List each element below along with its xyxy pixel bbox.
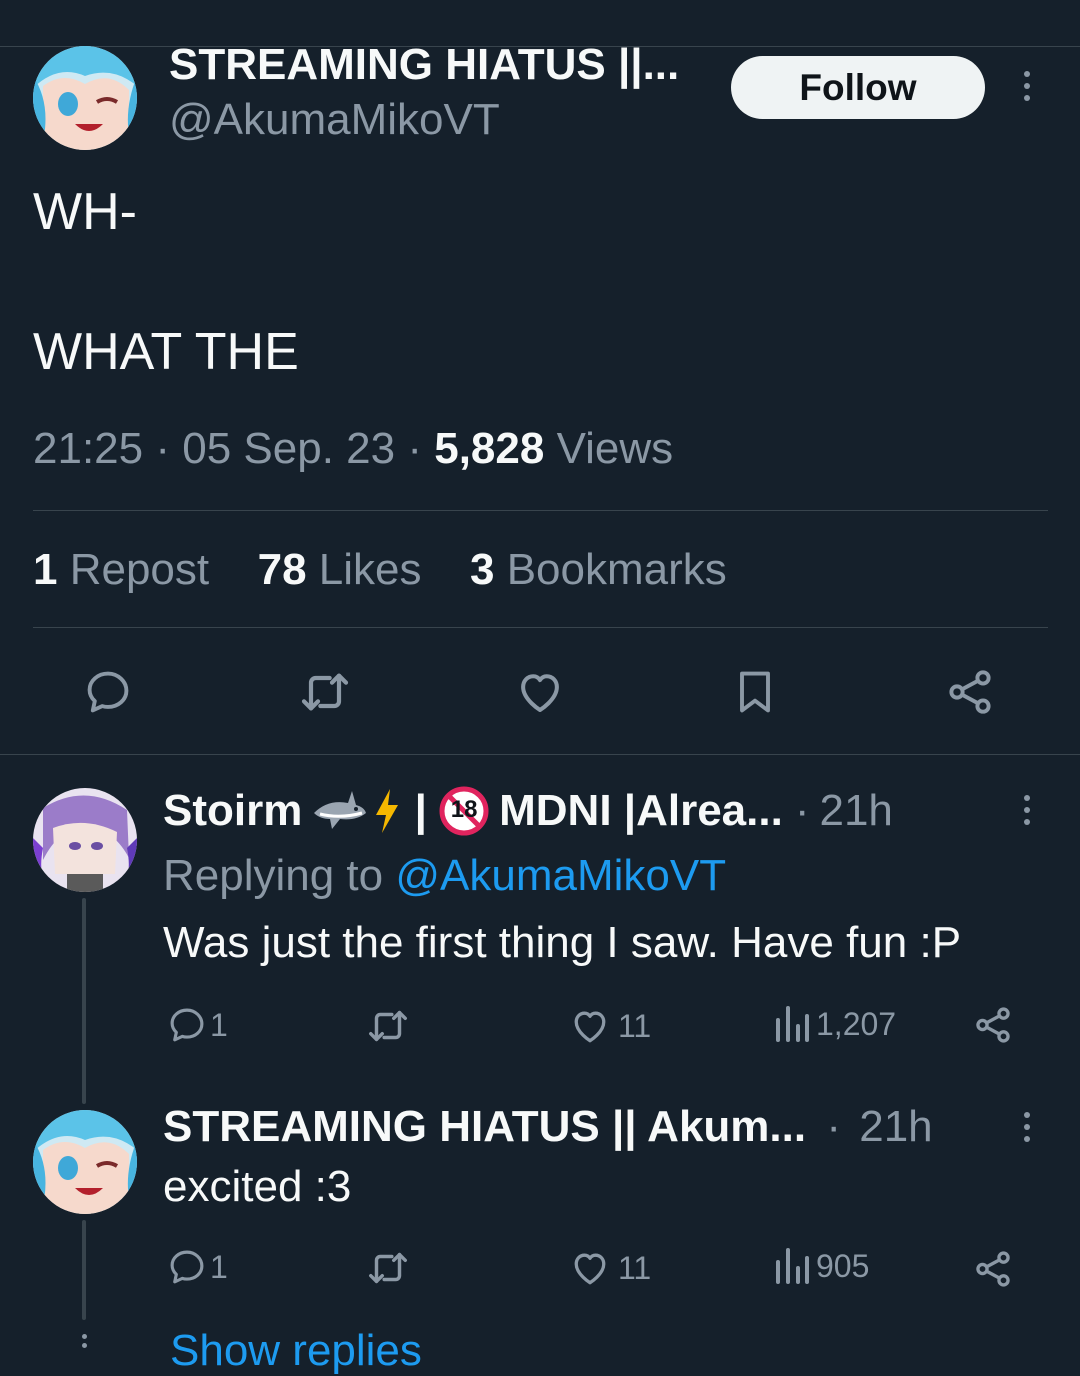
section-divider	[0, 754, 1080, 755]
reply-display-name-separator: |	[402, 786, 440, 835]
views-button[interactable]: 905	[774, 1246, 869, 1286]
show-replies-link[interactable]: Show replies	[170, 1326, 422, 1376]
reply-count: 1	[210, 1248, 228, 1285]
author-handle[interactable]: @AkumaMikoVT	[169, 95, 500, 145]
reply-button[interactable]: 1	[166, 1246, 228, 1288]
heart-icon	[574, 1253, 606, 1285]
like-count: 11	[618, 1007, 652, 1044]
meta-separator: ·	[407, 424, 422, 473]
view-count: 1,207	[816, 1005, 897, 1042]
reply-display-name[interactable]: Stoirm	[163, 786, 302, 836]
lightning-icon	[372, 787, 402, 835]
view-count: 905	[816, 1247, 870, 1284]
reply-header: Stoirm | 18 MDNI |Alrea... · 21h	[163, 786, 893, 836]
reply-icon	[170, 1008, 204, 1042]
replying-to-handle[interactable]: @AkumaMikoVT	[395, 851, 726, 900]
reply-display-name[interactable]: STREAMING HIATUS || Akum...	[163, 1102, 806, 1151]
share-icon	[976, 1007, 1010, 1043]
tweet-time[interactable]: 21:25	[33, 424, 143, 473]
meta-separator: ·	[794, 786, 810, 835]
heart-icon	[521, 674, 559, 713]
like-count: 11	[618, 1249, 652, 1286]
reposts-label: Repost	[69, 545, 210, 594]
reply-text: Was just the first thing I saw. Have fun…	[163, 918, 962, 967]
reply-text: excited :3	[163, 1162, 352, 1211]
share-button[interactable]	[970, 1246, 1016, 1292]
thread-continuation-dots	[76, 1334, 92, 1348]
repost-button[interactable]	[295, 662, 355, 722]
repost-button[interactable]	[364, 1246, 412, 1290]
more-options-icon[interactable]	[1019, 1112, 1035, 1142]
no-under-18-icon: 18	[439, 786, 489, 836]
reply-count: 1	[210, 1006, 228, 1043]
bookmark-button[interactable]	[725, 662, 785, 722]
reply-icon	[87, 671, 129, 713]
divider	[33, 627, 1048, 628]
views-label: Views	[556, 424, 674, 473]
engagement-counts: 1 Repost 78 Likes 3 Bookmarks	[33, 545, 727, 595]
tweet-date[interactable]: 05 Sep. 23	[182, 424, 395, 473]
more-options-icon[interactable]	[1019, 71, 1035, 101]
likes-count: 78	[257, 545, 307, 594]
bookmarks-label: Bookmarks	[506, 545, 727, 594]
repost-icon	[369, 1252, 407, 1284]
shark-icon	[312, 789, 368, 833]
analytics-icon	[776, 1248, 809, 1284]
repost-icon	[369, 1010, 407, 1042]
bookmarks-count: 3	[469, 545, 495, 594]
thread-line	[82, 898, 86, 1104]
reply-icon	[170, 1250, 204, 1284]
reply-button[interactable]	[78, 662, 138, 722]
heart-icon	[574, 1011, 606, 1043]
reply-display-name-tail[interactable]: MDNI |Alrea...	[499, 786, 783, 836]
share-icon	[949, 670, 991, 714]
views-count: 5,828	[434, 424, 545, 473]
like-button[interactable]: 11	[568, 1004, 651, 1048]
likes-label: Likes	[318, 545, 422, 594]
meta-separator: ·	[155, 424, 170, 473]
analytics-icon	[776, 1006, 809, 1042]
reply-button[interactable]: 1	[166, 1004, 228, 1046]
bookmark-icon	[740, 671, 770, 713]
author-avatar[interactable]	[33, 46, 137, 150]
age-badge-text: 18	[450, 796, 478, 823]
reply-header: STREAMING HIATUS || Akum... · 21h	[163, 1102, 933, 1152]
bookmarks-stat[interactable]: 3 Bookmarks	[470, 545, 727, 594]
tweet-text-line-2: WHAT THE	[33, 323, 299, 381]
share-button[interactable]	[970, 1002, 1016, 1048]
tweet-text-line-1: WH-	[33, 183, 137, 241]
more-options-icon[interactable]	[1019, 795, 1035, 825]
share-button[interactable]	[940, 662, 1000, 722]
reply-avatar[interactable]	[33, 1110, 137, 1214]
like-button[interactable]	[510, 662, 570, 722]
reply-avatar[interactable]	[33, 788, 137, 892]
reposts-stat[interactable]: 1 Repost	[33, 545, 221, 594]
meta-separator: ·	[826, 1102, 841, 1151]
repost-button[interactable]	[364, 1004, 412, 1048]
views-button[interactable]: 1,207	[774, 1004, 896, 1044]
author-display-name[interactable]: STREAMING HIATUS ||...	[169, 40, 679, 90]
follow-button-label: Follow	[799, 66, 917, 108]
divider	[33, 510, 1048, 511]
reposts-count: 1	[33, 545, 58, 594]
likes-stat[interactable]: 78 Likes	[258, 545, 434, 594]
replying-to: Replying to @AkumaMikoVT	[163, 851, 726, 901]
follow-button[interactable]: Follow	[731, 56, 985, 119]
thread-line	[82, 1220, 86, 1320]
reply-age[interactable]: 21h	[819, 786, 892, 836]
tweet-meta: 21:25 · 05 Sep. 23 · 5,828 Views	[33, 424, 673, 474]
repost-icon	[301, 673, 349, 711]
like-button[interactable]: 11	[568, 1246, 651, 1290]
reply-age[interactable]: 21h	[859, 1102, 932, 1151]
replying-to-prefix: Replying to	[163, 851, 384, 900]
share-icon	[976, 1251, 1010, 1287]
